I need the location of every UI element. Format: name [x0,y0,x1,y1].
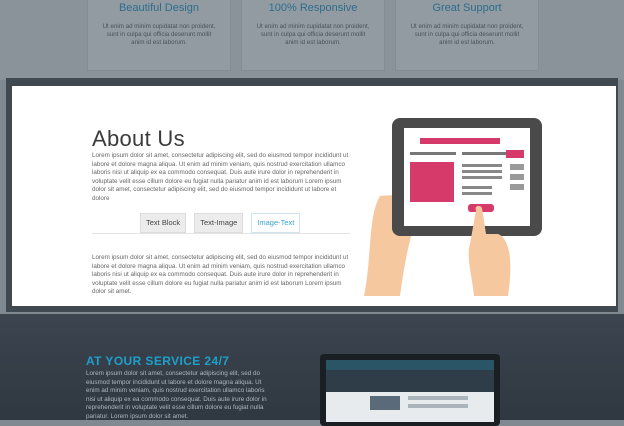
feature-card: 100% Responsive Ut enim ad minim cupidat… [242,0,384,70]
service-title: AT YOUR SERVICE 24/7 [86,354,230,368]
about-section: About Us Lorem ipsum dolor sit amet, con… [12,86,616,306]
about-title: About Us [92,126,185,151]
feature-text: Ut enim ad minim cupidatat non proident,… [102,23,216,46]
tab-content-paragraph: Lorem ipsum dolor sit amet, consectetur … [92,254,349,295]
feature-text: Ut enim ad minim cupidatat non proident,… [410,23,524,46]
service-section: AT YOUR SERVICE 24/7 Lorem ipsum dolor s… [0,314,624,426]
feature-card: Beautiful Design Ut enim ad minim cupida… [88,0,230,70]
about-paragraph: Lorem ipsum dolor sit amet, consectetur … [92,152,349,202]
feature-title: 100% Responsive [268,2,358,14]
tab-image-text[interactable]: Image-Text [251,213,301,233]
feature-text: Ut enim ad minim cupidatat non proident,… [256,23,370,46]
tab-text-block[interactable]: Text Block [140,213,187,233]
service-text: Lorem ipsum dolor sit amet, consectetur … [86,370,267,420]
feature-title: Beautiful Design [118,2,200,14]
tablet-hand-illustration-icon [364,118,542,296]
tab-text-image[interactable]: Text-Image [194,213,244,233]
feature-card: Great Support Ut enim ad minim cupidatat… [396,0,538,70]
tab-bar: Text Block Text-Image Image-Text [140,213,301,233]
monitor-mockup-icon [320,354,500,426]
features-section: Beautiful Design Ut enim ad minim cupida… [0,0,624,80]
tab-divider [92,233,350,234]
feature-title: Great Support [432,2,502,14]
